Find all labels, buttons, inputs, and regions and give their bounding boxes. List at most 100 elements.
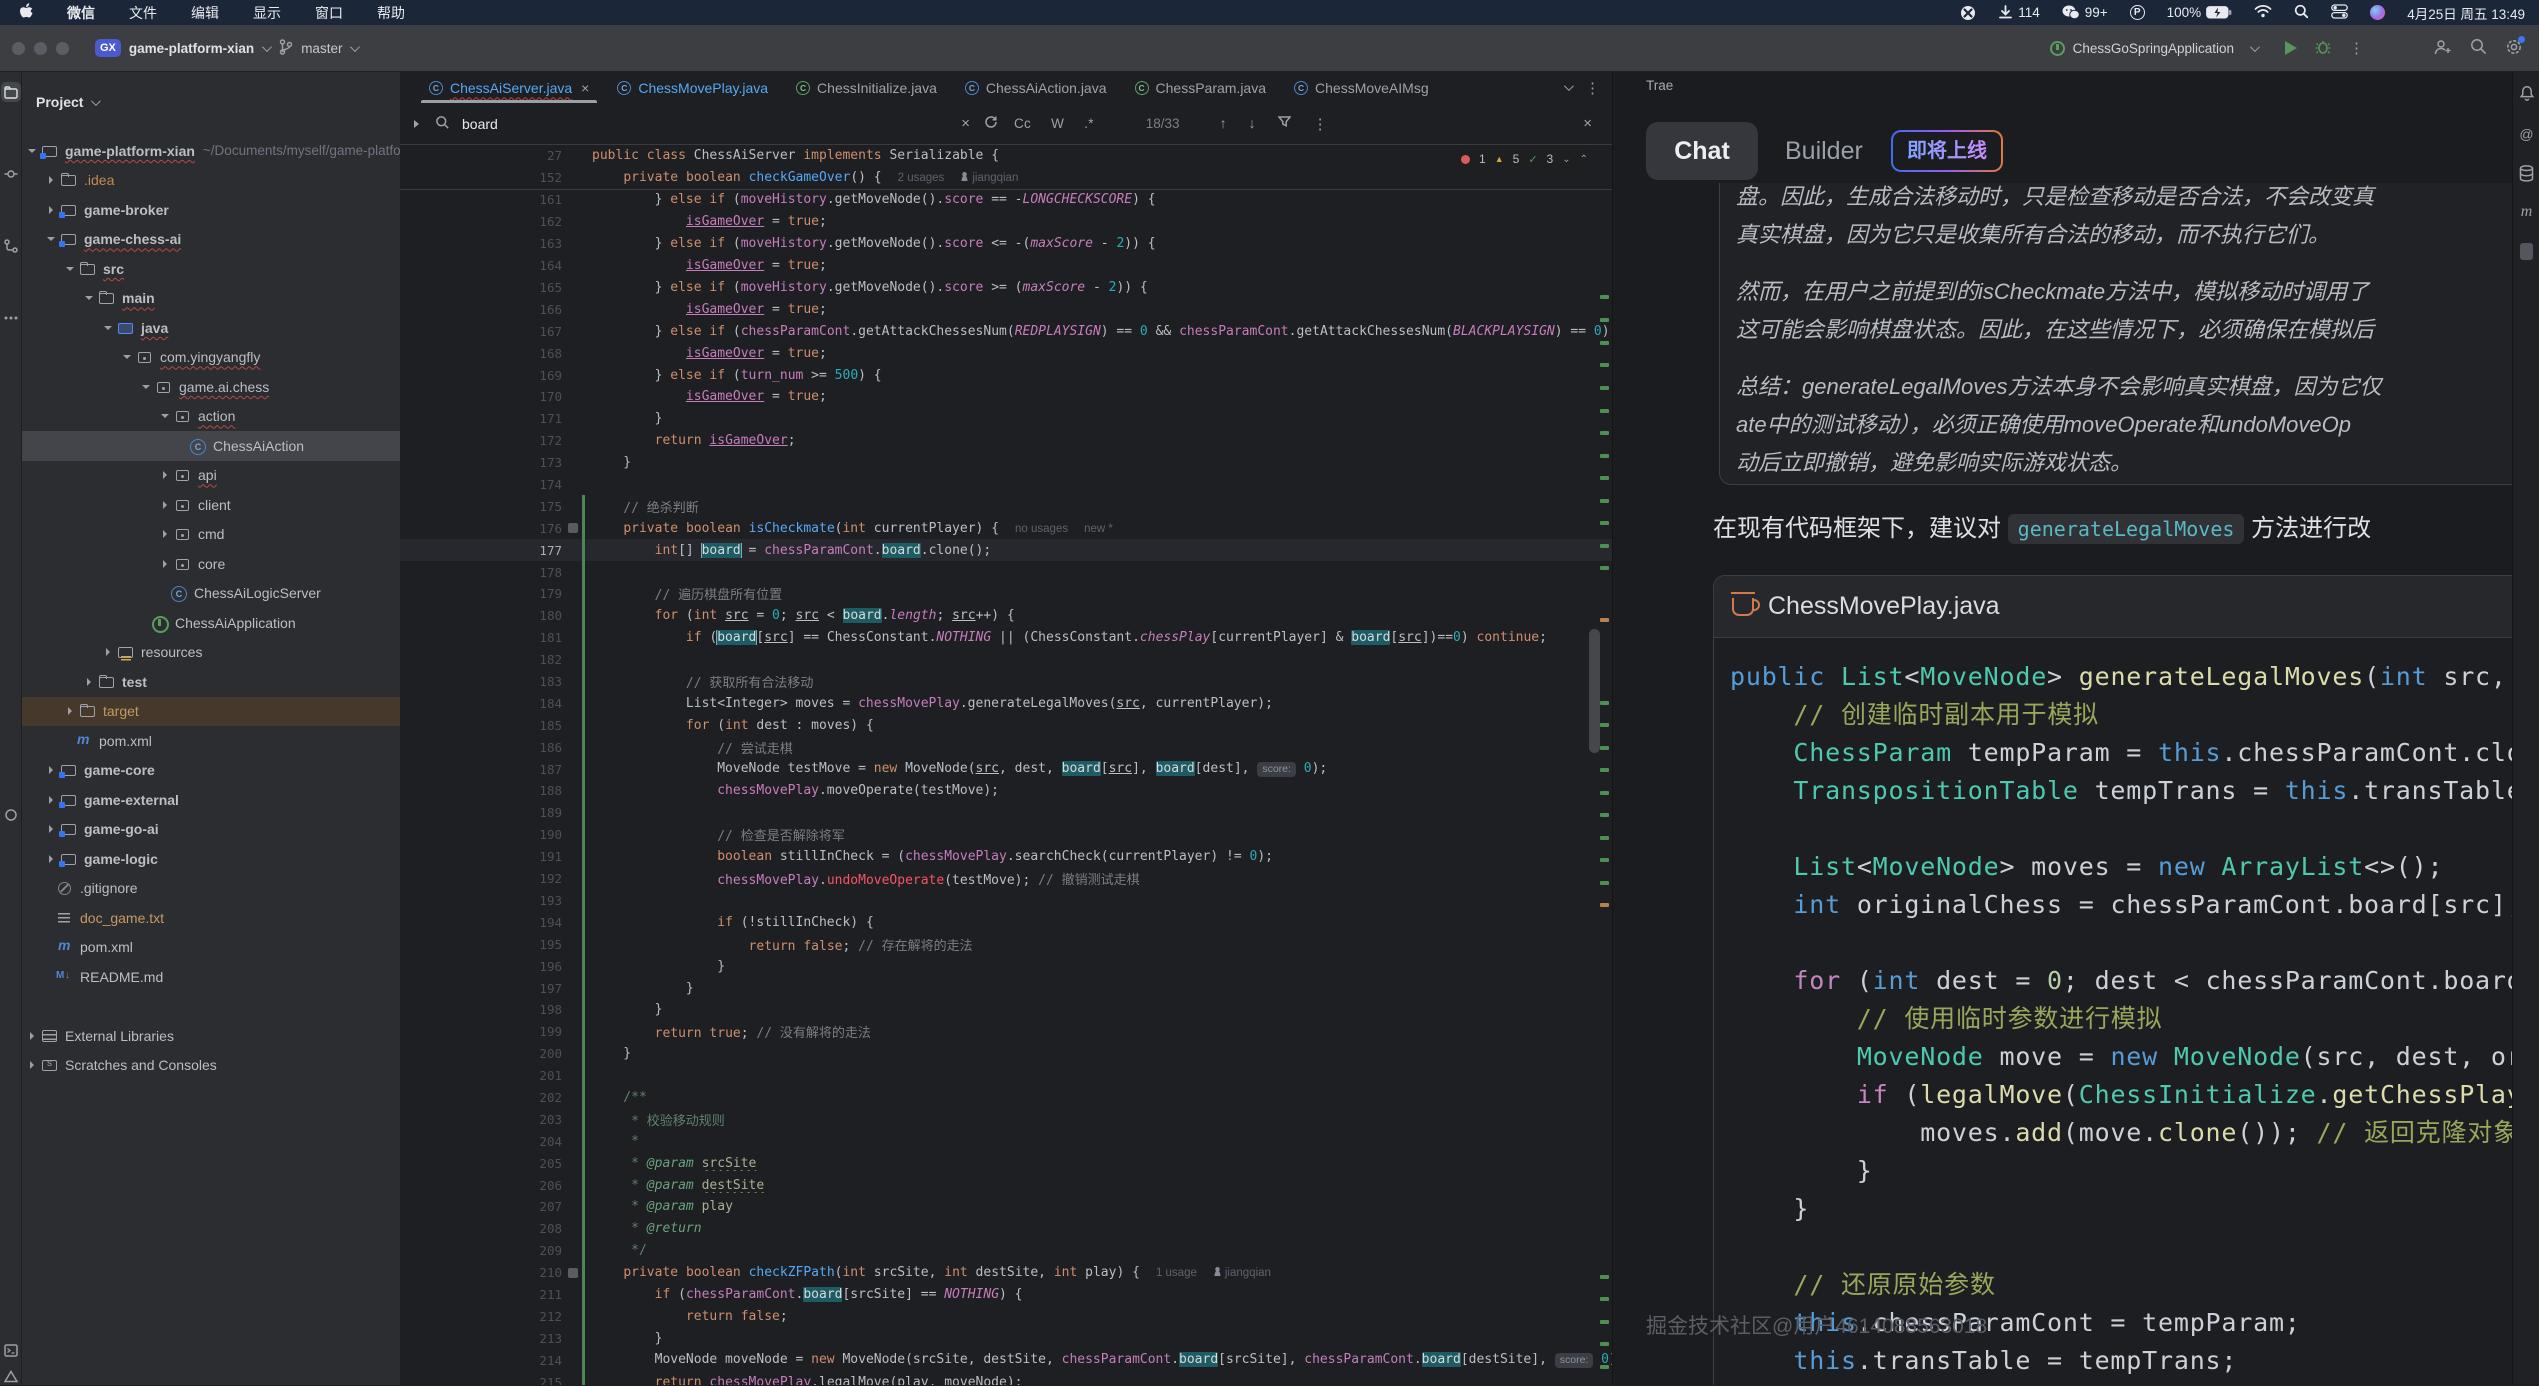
- search-options-button[interactable]: ⋮: [1313, 115, 1328, 133]
- code-line-188[interactable]: 188 chessMovePlay.moveOperate(testMove);: [400, 780, 1612, 802]
- tree-item-game-core[interactable]: game-core: [22, 756, 400, 786]
- code-line-202[interactable]: 202 /**: [400, 1087, 1612, 1109]
- stripe-mark-green[interactable]: [1600, 1365, 1609, 1369]
- tree-item-scratchesandconsoles[interactable]: Scratches and Consoles: [22, 1051, 400, 1081]
- tree-item-java[interactable]: java: [22, 313, 400, 343]
- usages-hint[interactable]: 2 usages: [898, 172, 945, 184]
- tab-chat[interactable]: Chat: [1646, 122, 1758, 180]
- code-line-199[interactable]: 199 return true; // 没有解将的走法: [400, 1021, 1612, 1043]
- stripe-mark-green[interactable]: [1600, 1297, 1609, 1301]
- tree-item-game-go-ai[interactable]: game-go-ai: [22, 815, 400, 845]
- menubar-item-help[interactable]: 帮助: [377, 3, 405, 23]
- regex-toggle[interactable]: .*: [1084, 116, 1094, 131]
- code-block-header[interactable]: ChessMovePlay.java: [1714, 576, 2512, 638]
- chevron-down-icon[interactable]: [85, 296, 93, 300]
- tree-item-pom.xml[interactable]: pom.xml: [22, 933, 400, 963]
- editor-tab-chessaiserver.java[interactable]: CChessAiServer.java×: [415, 72, 603, 103]
- stripe-mark-green[interactable]: [1600, 295, 1609, 299]
- menubar-item-file[interactable]: 文件: [129, 3, 157, 23]
- stripe-mark-green[interactable]: [1600, 1320, 1609, 1324]
- tree-item-game-logic[interactable]: game-logic: [22, 844, 400, 874]
- ai-assistant-icon[interactable]: @: [2517, 124, 2536, 143]
- tree-item-game-platform-xian[interactable]: game-platform-xian~/Documents/myself/gam…: [22, 136, 400, 166]
- menubar-item-wechat[interactable]: 微信: [67, 3, 95, 23]
- stripe-mark-green[interactable]: [1600, 544, 1609, 548]
- chevron-down-icon[interactable]: [66, 267, 74, 271]
- chevron-down-icon[interactable]: [104, 326, 112, 330]
- tree-item-target[interactable]: target: [22, 697, 400, 727]
- project-tool-icon[interactable]: [1, 82, 21, 102]
- tree-item-game-chess-ai[interactable]: game-chess-ai: [22, 225, 400, 255]
- tree-item-game.ai.chess[interactable]: game.ai.chess: [22, 372, 400, 402]
- stripe-mark-green[interactable]: [1600, 768, 1609, 772]
- chevron-right-icon[interactable]: [163, 501, 167, 509]
- editor-tab-chessmoveplay.java[interactable]: CChessMovePlay.java: [603, 72, 782, 103]
- run-tool-icon[interactable]: [1, 805, 21, 825]
- code-line-196[interactable]: 196 }: [400, 955, 1612, 977]
- siri-icon[interactable]: [2370, 5, 2385, 20]
- chevron-right-icon[interactable]: [87, 678, 91, 686]
- chevron-right-icon[interactable]: [49, 825, 53, 833]
- error-stripe[interactable]: [1596, 145, 1612, 1385]
- search-history-icon[interactable]: [984, 115, 998, 132]
- tree-item-chessaiapplication[interactable]: ChessAiApplication: [22, 608, 400, 638]
- tree-item-test[interactable]: test: [22, 667, 400, 697]
- code-editor[interactable]: 161 } else if (moveHistory.getMoveNode()…: [400, 189, 1612, 1385]
- tree-item-externallibraries[interactable]: External Libraries: [22, 1021, 400, 1051]
- tree-item-action[interactable]: action: [22, 402, 400, 432]
- code-line-165[interactable]: 165 } else if (moveHistory.getMoveNode()…: [400, 277, 1612, 299]
- battery-status[interactable]: 100%: [2167, 5, 2233, 20]
- close-tab-icon[interactable]: ×: [581, 80, 589, 96]
- spotlight-search-icon[interactable]: [2294, 4, 2309, 22]
- tab-list-chevron-icon[interactable]: [1564, 81, 1574, 91]
- tree-item-.gitignore[interactable]: .gitignore: [22, 874, 400, 904]
- code-line-210[interactable]: 210 private boolean checkZFPath(int srcS…: [400, 1262, 1612, 1284]
- code-line-181[interactable]: 181 if (board[src] == ChessConstant.NOTH…: [400, 627, 1612, 649]
- device-tool-icon[interactable]: [2517, 242, 2536, 261]
- code-line-203[interactable]: 203 * 校验移动规则: [400, 1108, 1612, 1130]
- code-line-170[interactable]: 170 isGameOver = true;: [400, 386, 1612, 408]
- stripe-mark-green[interactable]: [1600, 363, 1609, 367]
- tree-item-chessaiaction[interactable]: ChessAiAction: [22, 431, 400, 461]
- usages-hint[interactable]: new *: [1084, 523, 1113, 535]
- chevron-right-icon[interactable]: [30, 1032, 34, 1040]
- search-input[interactable]: board ×: [450, 115, 970, 132]
- stripe-mark-green[interactable]: [1600, 318, 1609, 322]
- code-line-198[interactable]: 198 }: [400, 999, 1612, 1021]
- code-line-27[interactable]: 27public class ChessAiServer implements …: [400, 145, 1612, 167]
- chevron-right-icon[interactable]: [106, 648, 110, 656]
- control-center-icon[interactable]: [2331, 4, 2348, 22]
- tree-item-api[interactable]: api: [22, 461, 400, 491]
- code-line-164[interactable]: 164 isGameOver = true;: [400, 255, 1612, 277]
- tree-item-readme.md[interactable]: README.md: [22, 962, 400, 992]
- stripe-mark-green[interactable]: [1600, 1275, 1609, 1279]
- code-line-172[interactable]: 172 return isGameOver;: [400, 430, 1612, 452]
- gutter-marker-icon[interactable]: [568, 523, 578, 533]
- inspection-widget[interactable]: 1 ▲ 5 ✓ 3 ⌄ ⌃: [1457, 150, 1592, 168]
- notifications-bell-icon[interactable]: [2517, 84, 2536, 103]
- problems-tool-icon[interactable]: [1, 1366, 21, 1386]
- stripe-mark-green[interactable]: [1600, 454, 1609, 458]
- stripe-mark-green[interactable]: [1600, 813, 1609, 817]
- stripe-mark-green[interactable]: [1600, 476, 1609, 480]
- code-line-177[interactable]: 177 int[] board = chessParamCont.board.c…: [400, 539, 1612, 561]
- stripe-mark-green[interactable]: [1600, 723, 1609, 727]
- previous-match-button[interactable]: ↑: [1220, 115, 1227, 133]
- chevron-down-icon[interactable]: [47, 237, 55, 241]
- code-line-190[interactable]: 190 // 检查是否解除将军: [400, 824, 1612, 846]
- clear-search-icon[interactable]: ×: [961, 115, 970, 132]
- p-app-icon[interactable]: P: [2130, 5, 2145, 20]
- code-line-200[interactable]: 200 }: [400, 1043, 1612, 1065]
- tree-item-client[interactable]: client: [22, 490, 400, 520]
- add-user-button[interactable]: [2434, 39, 2452, 58]
- code-line-191[interactable]: 191 boolean stillInCheck = (chessMovePla…: [400, 846, 1612, 868]
- code-line-180[interactable]: 180 for (int src = 0; src < board.length…: [400, 605, 1612, 627]
- chevron-down-icon[interactable]: [142, 385, 150, 389]
- code-line-163[interactable]: 163 } else if (moveHistory.getMoveNode()…: [400, 233, 1612, 255]
- code-line-197[interactable]: 197 }: [400, 977, 1612, 999]
- wechat-status-icon[interactable]: 99+: [2062, 5, 2108, 20]
- tree-item-src[interactable]: src: [22, 254, 400, 284]
- tree-item-docgame.txt[interactable]: doc_game.txt: [22, 903, 400, 933]
- apple-logo-icon[interactable]: [18, 3, 33, 23]
- chevron-right-icon[interactable]: [163, 560, 167, 568]
